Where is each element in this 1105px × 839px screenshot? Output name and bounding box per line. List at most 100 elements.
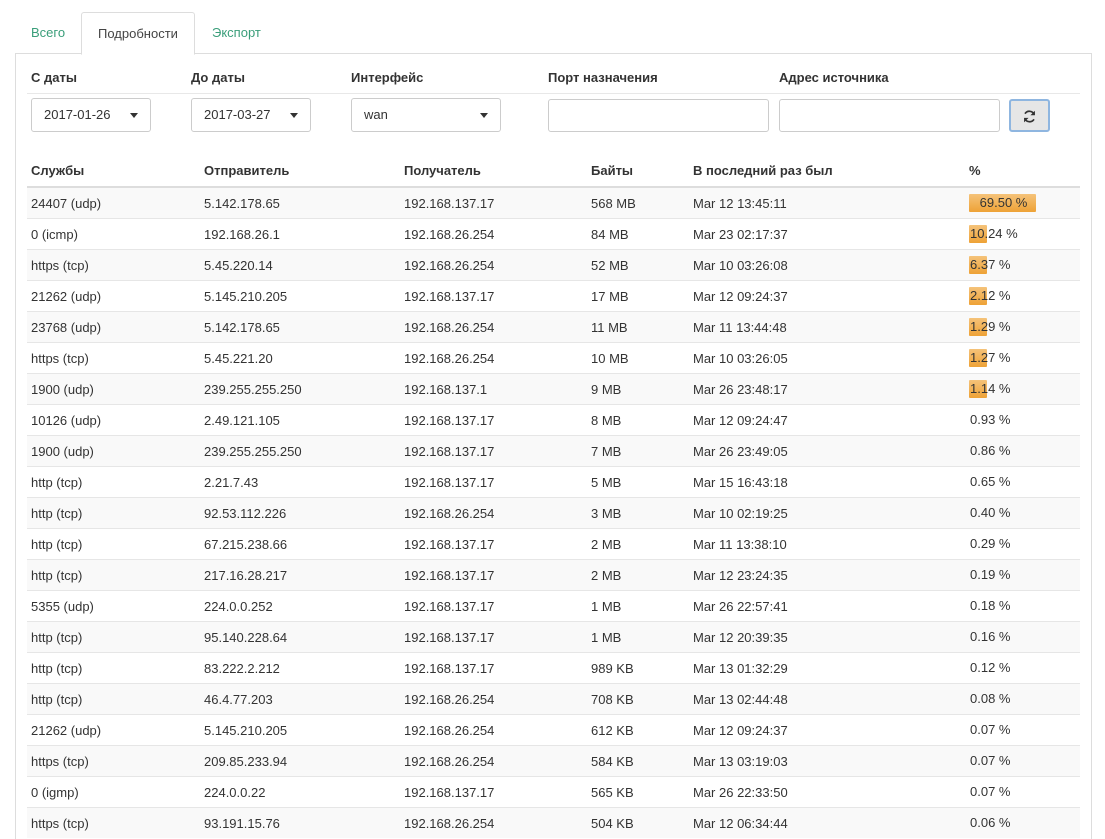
cell-sender: 5.45.220.14	[200, 249, 400, 281]
to-date-select[interactable]: 2017-03-27	[191, 98, 311, 132]
cell-service: http (tcp)	[27, 559, 200, 591]
col-percent[interactable]: %	[965, 155, 1080, 188]
percent-label: 0.86 %	[970, 443, 1011, 458]
cell-percent: 0.07 %	[965, 776, 1080, 808]
percent-label: 1.14 %	[970, 381, 1011, 396]
cell-bytes: 989 KB	[587, 652, 689, 684]
cell-bytes: 10 MB	[587, 342, 689, 374]
cell-percent: 0.07 %	[965, 714, 1080, 746]
cell-percent: 0.86 %	[965, 435, 1080, 467]
cell-sender: 5.145.210.205	[200, 714, 400, 746]
from-date-select[interactable]: 2017-01-26	[31, 98, 151, 132]
cell-bytes: 5 MB	[587, 466, 689, 498]
cell-receiver: 192.168.26.254	[400, 745, 587, 777]
refresh-button[interactable]	[1009, 99, 1050, 132]
cell-last-seen: Mar 10 03:26:05	[689, 342, 965, 374]
percent-label: 10.24 %	[970, 226, 1018, 241]
cell-sender: 239.255.255.250	[200, 435, 400, 467]
percent-label: 0.40 %	[970, 505, 1011, 520]
cell-sender: 209.85.233.94	[200, 745, 400, 777]
cell-percent: 0.65 %	[965, 466, 1080, 498]
tab-export[interactable]: Экспорт	[196, 12, 277, 54]
cell-sender: 192.168.26.1	[200, 218, 400, 250]
cell-service: https (tcp)	[27, 745, 200, 777]
cell-percent: 1.14 %	[965, 373, 1080, 405]
cell-last-seen: Mar 11 13:44:48	[689, 311, 965, 343]
cell-percent: 6.37 %	[965, 249, 1080, 281]
cell-last-seen: Mar 26 23:48:17	[689, 373, 965, 405]
table-row: https (tcp) 5.45.220.14 192.168.26.254 52 M…	[27, 249, 1080, 281]
table-row: 24407 (udp) 5.142.178.65 192.168.137.17 568…	[27, 186, 1080, 219]
interface-value: wan	[364, 107, 388, 122]
cell-percent: 0.12 %	[965, 652, 1080, 684]
tab-details[interactable]: Подробности	[81, 12, 195, 55]
percent-label: 1.29 %	[970, 319, 1011, 334]
percent-label: 0.06 %	[970, 815, 1011, 830]
table-row: 0 (igmp) 224.0.0.22 192.168.137.17 565 KB Ma…	[27, 776, 1080, 808]
cell-service: 21262 (udp)	[27, 714, 200, 746]
cell-sender: 2.21.7.43	[200, 466, 400, 498]
cell-bytes: 708 KB	[587, 683, 689, 715]
cell-receiver: 192.168.137.17	[400, 435, 587, 467]
cell-last-seen: Mar 23 02:17:37	[689, 218, 965, 250]
chevron-down-icon	[290, 113, 298, 118]
traffic-table: Службы Отправитель Получатель Байты В по…	[27, 155, 1080, 838]
cell-last-seen: Mar 12 09:24:37	[689, 280, 965, 312]
col-services[interactable]: Службы	[27, 155, 200, 188]
cell-receiver: 192.168.137.17	[400, 621, 587, 653]
cell-receiver: 192.168.26.254	[400, 218, 587, 250]
cell-last-seen: Mar 15 16:43:18	[689, 466, 965, 498]
cell-receiver: 192.168.26.254	[400, 714, 587, 746]
col-last-seen[interactable]: В последний раз был	[689, 155, 965, 188]
table-row: http (tcp) 95.140.228.64 192.168.137.17 1 M…	[27, 621, 1080, 653]
table-row: https (tcp) 93.191.15.76 192.168.26.254 504…	[27, 807, 1080, 838]
percent-label: 0.65 %	[970, 474, 1011, 489]
percent-label: 0.29 %	[970, 536, 1011, 551]
cell-last-seen: Mar 12 09:24:37	[689, 714, 965, 746]
cell-service: 1900 (udp)	[27, 435, 200, 467]
table-row: 0 (icmp) 192.168.26.1 192.168.26.254 84 MB M…	[27, 218, 1080, 250]
to-date-label: До даты	[191, 70, 245, 85]
tab-total[interactable]: Всего	[15, 12, 81, 54]
cell-percent: 10.24 %	[965, 218, 1080, 250]
cell-bytes: 1 MB	[587, 621, 689, 653]
cell-sender: 2.49.121.105	[200, 404, 400, 436]
table-row: http (tcp) 83.222.2.212 192.168.137.17 989 …	[27, 652, 1080, 684]
col-sender[interactable]: Отправитель	[200, 155, 400, 188]
percent-label: 0.07 %	[970, 784, 1011, 799]
cell-receiver: 192.168.137.17	[400, 559, 587, 591]
cell-service: 21262 (udp)	[27, 280, 200, 312]
cell-percent: 0.19 %	[965, 559, 1080, 591]
source-address-input[interactable]	[779, 99, 1000, 132]
cell-percent: 0.08 %	[965, 683, 1080, 715]
cell-last-seen: Mar 26 23:49:05	[689, 435, 965, 467]
cell-percent: 0.93 %	[965, 404, 1080, 436]
percent-label: 0.08 %	[970, 691, 1011, 706]
col-receiver[interactable]: Получатель	[400, 155, 587, 188]
cell-bytes: 8 MB	[587, 404, 689, 436]
cell-bytes: 9 MB	[587, 373, 689, 405]
source-address-label: Адрес источника	[779, 70, 889, 85]
cell-percent: 2.12 %	[965, 280, 1080, 312]
cell-sender: 5.45.221.20	[200, 342, 400, 374]
table-row: https (tcp) 5.45.221.20 192.168.26.254 10 M…	[27, 342, 1080, 374]
cell-receiver: 192.168.137.17	[400, 186, 587, 219]
cell-bytes: 2 MB	[587, 559, 689, 591]
cell-bytes: 17 MB	[587, 280, 689, 312]
cell-percent: 1.29 %	[965, 311, 1080, 343]
cell-sender: 5.142.178.65	[200, 186, 400, 219]
cell-last-seen: Mar 12 13:45:11	[689, 186, 965, 219]
table-row: 5355 (udp) 224.0.0.252 192.168.137.17 1 MB M…	[27, 590, 1080, 622]
cell-percent: 0.06 %	[965, 807, 1080, 838]
chevron-down-icon	[130, 113, 138, 118]
cell-last-seen: Mar 11 13:38:10	[689, 528, 965, 560]
dest-port-input[interactable]	[548, 99, 769, 132]
cell-service: 10126 (udp)	[27, 404, 200, 436]
interface-select[interactable]: wan	[351, 98, 501, 132]
col-bytes[interactable]: Байты	[587, 155, 689, 188]
cell-service: http (tcp)	[27, 528, 200, 560]
cell-percent: 0.16 %	[965, 621, 1080, 653]
chevron-down-icon	[480, 113, 488, 118]
cell-bytes: 2 MB	[587, 528, 689, 560]
cell-bytes: 584 KB	[587, 745, 689, 777]
